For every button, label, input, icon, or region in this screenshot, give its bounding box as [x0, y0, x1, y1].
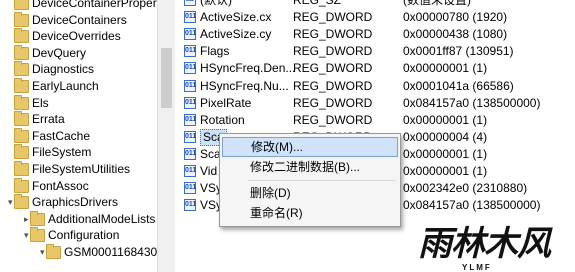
- folder-icon: [14, 94, 29, 110]
- value-name: PixelRate: [200, 95, 252, 110]
- dword-value-icon: 011: [184, 130, 196, 143]
- dword-value-icon: 011: [184, 147, 196, 160]
- value-data: 0x00000001 (1): [403, 61, 488, 76]
- string-value-icon: ab: [184, 0, 196, 6]
- dword-value-icon: 011: [184, 96, 196, 109]
- dword-value-icon: 011: [184, 165, 196, 177]
- menu-item-modify-binary[interactable]: 修改二进制数据(B)...: [222, 157, 398, 177]
- dword-value-icon: 011: [184, 199, 196, 212]
- context-menu: 修改(M)... 修改二进制数据(B)... 删除(D) 重命名(R): [219, 133, 401, 227]
- menu-item-modify[interactable]: 修改(M)...: [222, 137, 398, 157]
- tree-item-label: DeviceContainers: [32, 12, 127, 27]
- folder-icon: [14, 44, 29, 60]
- value-data: 0x084157a0 (138500000): [403, 198, 541, 213]
- value-type: REG_SZ: [293, 0, 342, 7]
- dword-value-icon: 011: [184, 79, 196, 92]
- value-data: 0x0001041a (66586): [403, 78, 514, 93]
- dword-value-icon: 011: [184, 11, 196, 24]
- tree-item-label: EarlyLaunch: [32, 79, 99, 93]
- watermark-en-text: YLMF: [462, 263, 492, 272]
- folder-icon: [30, 227, 45, 243]
- dword-value-icon: 011: [184, 62, 196, 75]
- tree-item-label: GSM0001168430008: [64, 245, 157, 259]
- folder-icon: [14, 28, 29, 44]
- menu-item-delete[interactable]: 删除(D): [222, 183, 398, 203]
- value-data: (数值未设置): [403, 0, 471, 7]
- folder-icon: [14, 11, 29, 27]
- value-data: 0x00000001 (1): [403, 112, 488, 127]
- value-name: Rotation: [200, 112, 245, 127]
- value-name: (默认): [200, 0, 232, 7]
- value-data: 0x084157a0 (138500000): [403, 95, 541, 110]
- tree-item-label: DeviceContainerPropertyUpdateEvents: [32, 0, 157, 10]
- folder-icon: [14, 194, 29, 210]
- folder-icon: [30, 210, 45, 226]
- dword-value-icon: 011: [184, 28, 196, 41]
- tree-item-label: Diagnostics: [32, 62, 95, 77]
- folder-icon: [14, 111, 29, 127]
- value-name: ActiveSize.cx: [200, 10, 272, 25]
- value-data: 0x00000001 (1): [403, 146, 488, 161]
- registry-key-tree[interactable]: DeviceContainerPropertyUpdateEvents Devic…: [0, 0, 157, 272]
- value-name: HSyncFreq.Den...: [200, 61, 296, 76]
- folder-icon: [14, 61, 29, 77]
- value-name: Flags: [200, 44, 230, 59]
- folder-icon: [46, 244, 61, 259]
- dword-value-icon: 011: [184, 113, 196, 126]
- tree-item-label: FileSystemUtilities: [32, 162, 131, 176]
- value-type: REG_DWORD: [293, 44, 373, 59]
- dword-value-icon: 011: [184, 182, 196, 195]
- scrollbar-thumb[interactable]: [161, 48, 172, 108]
- value-type: REG_DWORD: [293, 95, 373, 110]
- tree-vertical-scrollbar[interactable]: [157, 0, 175, 272]
- folder-icon: [14, 144, 29, 160]
- folder-icon: [14, 78, 29, 93]
- value-name: HSyncFreq.Nu...: [200, 78, 289, 93]
- value-data: 0x0001ff87 (130951): [403, 44, 514, 59]
- folder-icon: [14, 161, 29, 176]
- tree-item-label: GraphicsDrivers: [32, 195, 119, 210]
- menu-item-rename[interactable]: 重命名(R): [222, 203, 398, 223]
- tree-item-label: FontAssoc: [32, 178, 89, 193]
- value-data: 0x00000780 (1920): [403, 10, 508, 25]
- tree-item-label: FastCache: [32, 128, 91, 143]
- value-type: REG_DWORD: [293, 61, 373, 76]
- watermark-cn-text: 雨林木风: [418, 224, 551, 264]
- value-name: ActiveSize.cy: [200, 27, 272, 42]
- value-type: REG_DWORD: [293, 112, 373, 127]
- tree-item-label: Errata: [32, 112, 65, 127]
- tree-item-label: AdditionalModeLists: [48, 211, 156, 226]
- watermark-logo: 雨林木风 YLMF: [418, 222, 575, 272]
- tree-item-label: FileSystem: [32, 145, 92, 160]
- value-data: 0x00000438 (1080): [403, 27, 508, 42]
- value-type: REG_DWORD: [293, 10, 373, 25]
- value-type: REG_DWORD: [293, 27, 373, 42]
- folder-icon: [14, 0, 29, 10]
- tree-item-label: DeviceOverrides: [32, 29, 121, 44]
- dword-value-icon: 011: [184, 45, 196, 58]
- value-name: Sca: [200, 146, 221, 161]
- value-data: 0x002342e0 (2310880): [403, 181, 528, 196]
- value-data: 0x00000001 (1): [403, 164, 488, 178]
- tree-item-label: Configuration: [48, 228, 120, 243]
- folder-icon: [14, 127, 29, 143]
- menu-separator: [248, 180, 396, 181]
- value-type: REG_DWORD: [293, 78, 373, 93]
- value-data: 0x00000004 (4): [403, 129, 488, 144]
- value-name: Vid: [200, 164, 218, 178]
- tree-item-label: Els: [32, 95, 49, 110]
- tree-item-label: DevQuery: [32, 45, 87, 60]
- folder-icon: [14, 177, 29, 193]
